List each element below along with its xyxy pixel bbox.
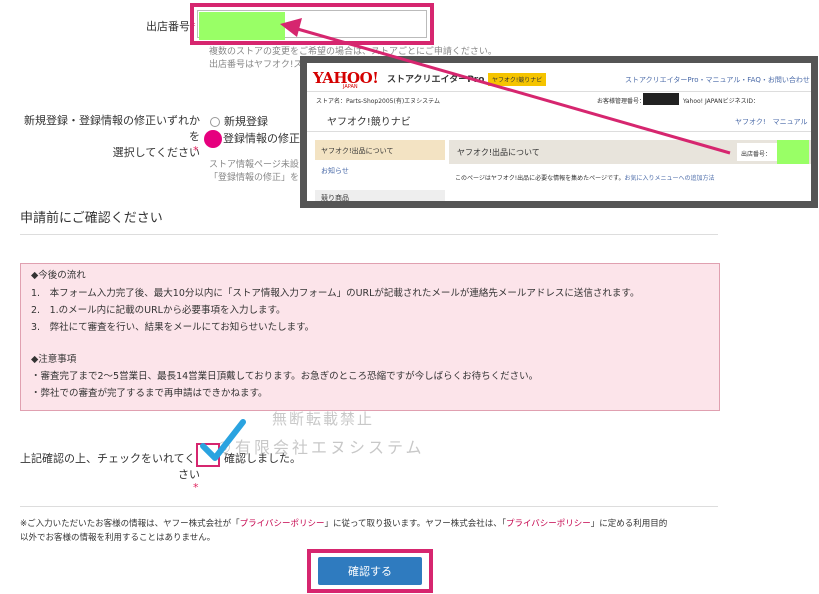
confirm-label: 上記確認の上、チェックをいれてくだ: [20, 452, 207, 465]
section-title: 申請前にご確認ください: [20, 211, 163, 226]
confirm-button[interactable]: 確認する: [318, 557, 422, 585]
flow-heading: ◆今後の流れ: [31, 270, 86, 281]
caution-item: ・弊社での審査が完了するまで再申請はできかねます。: [31, 388, 268, 399]
watermark-line1: 無断転載禁止: [272, 410, 375, 428]
privacy-policy-link[interactable]: プライバシーポリシー: [240, 519, 325, 529]
registration-label: 新規登録・登録情報の修正いずれかを 選択してください: [24, 114, 200, 159]
arrow-icon: [280, 18, 731, 155]
privacy-text-part: 」に定める利用目的: [590, 519, 668, 529]
confirm-required-mark: *: [193, 481, 199, 494]
privacy-policy-link[interactable]: プライバシーポリシー: [506, 519, 591, 529]
radio-new-label: 新規登録: [224, 115, 268, 128]
privacy-text-part: 」に従って取り扱います。ヤフー株式会社は、「: [324, 519, 506, 529]
privacy-text: ※ご入力いただいたお客様の情報は、ヤフー株式会社が「プライバシーポリシー」に従っ…: [20, 517, 730, 545]
caution-item: ・審査完了まで2～5営業日、最長14営業日頂戴しております。お急ぎのところ恐縮で…: [31, 371, 539, 382]
bottom-divider: [20, 506, 718, 507]
privacy-text-part: ※ご入力いただいたお客様の情報は、ヤフー株式会社が「: [20, 519, 240, 529]
store-number-label: 出店番号*: [146, 20, 196, 33]
radio-new-circle[interactable]: [210, 117, 220, 127]
radio-modify-highlight[interactable]: [204, 130, 222, 148]
confirm-label-wrap: さい: [178, 468, 200, 481]
inset-store-number-redaction: [777, 140, 809, 164]
privacy-text-part: 以外でお客様の情報を利用することはありません。: [20, 533, 216, 543]
notice-box: ◆今後の流れ 1. 本フォーム入力完了後、最大10分以内に「ストア情報入力フォー…: [20, 263, 720, 411]
confirm-checkbox-label: 確認しました。: [224, 452, 301, 465]
caution-heading: ◆注意事項: [31, 354, 77, 365]
section-divider: [20, 234, 718, 235]
registration-required-mark: *: [193, 144, 199, 157]
store-number-redaction: [199, 12, 285, 40]
flow-item: 3. 弊社にて審査を行い、結果をメールにてお知らせいたします。: [31, 322, 315, 333]
flow-item: 2. 1.のメール内に記載のURLから必要事項を入力します。: [31, 305, 286, 316]
radio-new[interactable]: 新規登録: [210, 113, 268, 129]
favorites-link[interactable]: お気に入りメニューへの追加方法: [624, 175, 714, 182]
content-text: このページはヤフオク!出品に必要な情報を集めたページです。お気に入りメニューへの…: [455, 175, 715, 182]
flow-item: 1. 本フォーム入力完了後、最大10分以内に「ストア情報入力フォーム」のURLが…: [31, 288, 640, 299]
side-item-auction[interactable]: 競り商品: [315, 190, 445, 201]
